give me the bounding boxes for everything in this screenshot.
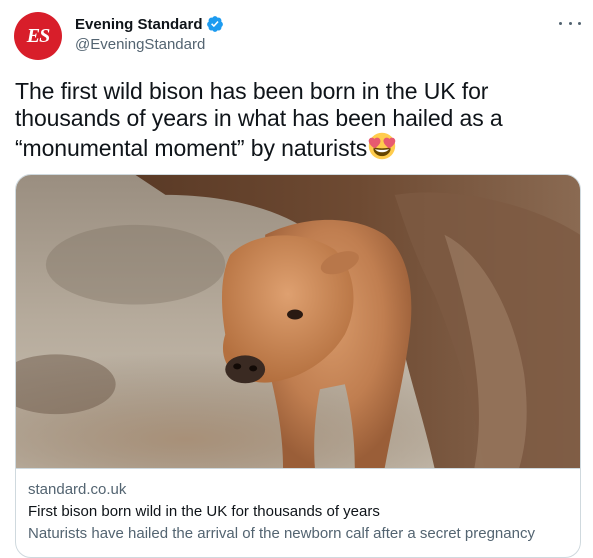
link-card[interactable]: standard.co.uk First bison born wild in … bbox=[15, 174, 581, 558]
card-description: Naturists have hailed the arrival of the… bbox=[28, 525, 535, 542]
author-info: Evening Standard @EveningStandard bbox=[75, 15, 224, 53]
bison-calf-image bbox=[16, 175, 580, 469]
card-body: standard.co.uk First bison born wild in … bbox=[16, 469, 580, 544]
display-name[interactable]: Evening Standard bbox=[75, 16, 203, 33]
verified-badge-icon bbox=[206, 16, 223, 32]
handle[interactable]: @EveningStandard bbox=[75, 36, 224, 53]
heart-eyes-emoji-icon bbox=[368, 132, 396, 160]
name-row: Evening Standard bbox=[75, 15, 224, 33]
avatar[interactable]: ES bbox=[14, 12, 62, 60]
card-domain: standard.co.uk bbox=[28, 481, 127, 498]
card-title: First bison born wild in the UK for thou… bbox=[28, 503, 380, 520]
avatar-logo: ES bbox=[26, 24, 50, 47]
more-options-icon[interactable] bbox=[559, 14, 581, 32]
tweet-text: The first wild bison has been born in th… bbox=[15, 78, 575, 162]
tweet-text-body: The first wild bison has been born in th… bbox=[15, 78, 503, 161]
